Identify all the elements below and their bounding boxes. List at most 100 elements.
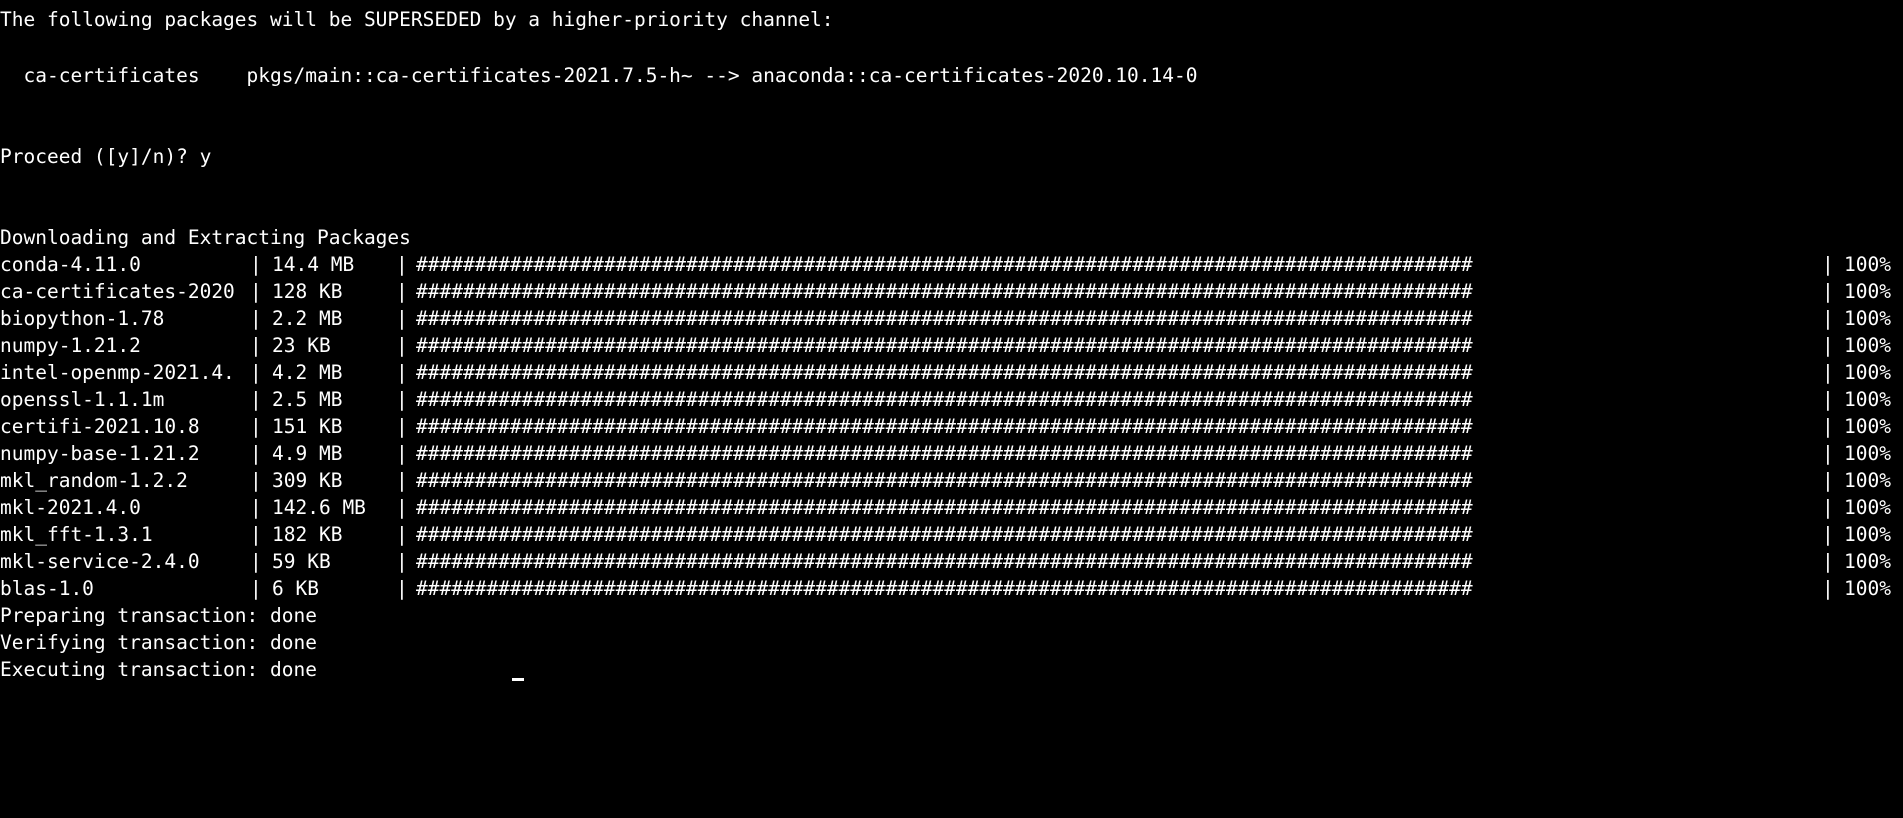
column-separator: | [396, 280, 408, 303]
package-size: 2.2 MB [272, 307, 343, 330]
package-row: mkl_fft-1.3.1 | 182 KB | ###############… [0, 521, 1903, 548]
package-size: 182 KB [272, 523, 343, 546]
column-separator: | [396, 253, 408, 276]
package-row: ca-certificates-2020 | 128 KB | ########… [0, 278, 1903, 305]
column-separator: | [396, 550, 408, 573]
package-percent: 100% [1844, 361, 1891, 384]
column-separator: | [250, 334, 262, 357]
package-row: mkl-2021.4.0 | 142.6 MB | ##############… [0, 494, 1903, 521]
package-name: mkl-2021.4.0 [0, 496, 141, 519]
package-name: openssl-1.1.1m [0, 388, 165, 411]
package-percent: 100% [1844, 388, 1891, 411]
column-separator: | [1822, 307, 1834, 330]
progress-bar: ########################################… [416, 253, 1473, 276]
package-row: blas-1.0 | 6 KB | ######################… [0, 575, 1903, 602]
package-percent: 100% [1844, 550, 1891, 573]
package-row: mkl-service-2.4.0 | 59 KB | ############… [0, 548, 1903, 575]
column-separator: | [1822, 469, 1834, 492]
column-separator: | [396, 334, 408, 357]
column-separator: | [250, 550, 262, 573]
package-size: 309 KB [272, 469, 343, 492]
column-separator: | [250, 442, 262, 465]
column-separator: | [1822, 253, 1834, 276]
progress-bar: ########################################… [416, 496, 1473, 519]
progress-bar: ########################################… [416, 280, 1473, 303]
package-percent: 100% [1844, 415, 1891, 438]
superseded-header: The following packages will be SUPERSEDE… [0, 8, 834, 31]
package-percent: 100% [1844, 253, 1891, 276]
package-row: biopython-1.78 | 2.2 MB | ##############… [0, 305, 1903, 332]
package-size: 4.2 MB [272, 361, 343, 384]
package-name: certifi-2021.10.8 [0, 415, 200, 438]
column-separator: | [396, 388, 408, 411]
column-separator: | [250, 307, 262, 330]
column-separator: | [250, 523, 262, 546]
column-separator: | [250, 496, 262, 519]
column-separator: | [1822, 388, 1834, 411]
package-row: openssl-1.1.1m | 2.5 MB | ##############… [0, 386, 1903, 413]
progress-bar: ########################################… [416, 415, 1473, 438]
progress-bar: ########################################… [416, 469, 1473, 492]
column-separator: | [396, 307, 408, 330]
column-separator: | [250, 253, 262, 276]
progress-bar: ########################################… [416, 334, 1473, 357]
package-name: ca-certificates-2020 [0, 280, 235, 303]
progress-bar: ########################################… [416, 577, 1473, 600]
package-row: intel-openmp-2021.4. | 4.2 MB | ########… [0, 359, 1903, 386]
package-row: numpy-base-1.21.2 | 4.9 MB | ###########… [0, 440, 1903, 467]
package-row: conda-4.11.0 | 14.4 MB | ###############… [0, 251, 1903, 278]
column-separator: | [250, 415, 262, 438]
column-separator: | [1822, 523, 1834, 546]
progress-bar: ########################################… [416, 523, 1473, 546]
superseded-package-line: ca-certificates pkgs/main::ca-certificat… [0, 64, 1198, 87]
column-separator: | [1822, 496, 1834, 519]
package-percent: 100% [1844, 523, 1891, 546]
column-separator: | [1822, 415, 1834, 438]
verifying-status: Verifying transaction: done [0, 631, 317, 654]
column-separator: | [1822, 577, 1834, 600]
package-percent: 100% [1844, 334, 1891, 357]
column-separator: | [1822, 361, 1834, 384]
package-percent: 100% [1844, 442, 1891, 465]
column-separator: | [250, 280, 262, 303]
package-name: blas-1.0 [0, 577, 94, 600]
package-name: conda-4.11.0 [0, 253, 141, 276]
package-name: biopython-1.78 [0, 307, 165, 330]
package-size: 6 KB [272, 577, 319, 600]
column-separator: | [396, 577, 408, 600]
column-separator: | [250, 361, 262, 384]
column-separator: | [250, 388, 262, 411]
column-separator: | [1822, 550, 1834, 573]
column-separator: | [250, 469, 262, 492]
column-separator: | [396, 442, 408, 465]
proceed-prompt: Proceed ([y]/n)? y [0, 145, 212, 168]
column-separator: | [1822, 280, 1834, 303]
column-separator: | [250, 577, 262, 600]
package-size: 23 KB [272, 334, 331, 357]
package-name: mkl_random-1.2.2 [0, 469, 188, 492]
progress-bar: ########################################… [416, 442, 1473, 465]
package-size: 142.6 MB [272, 496, 366, 519]
package-percent: 100% [1844, 469, 1891, 492]
column-separator: | [396, 496, 408, 519]
package-percent: 100% [1844, 280, 1891, 303]
package-percent: 100% [1844, 307, 1891, 330]
package-name: mkl_fft-1.3.1 [0, 523, 153, 546]
package-name: intel-openmp-2021.4. [0, 361, 235, 384]
text-cursor [512, 678, 524, 681]
package-name: mkl-service-2.4.0 [0, 550, 200, 573]
package-name: numpy-base-1.21.2 [0, 442, 200, 465]
column-separator: | [396, 469, 408, 492]
column-separator: | [396, 361, 408, 384]
package-percent: 100% [1844, 577, 1891, 600]
package-size: 14.4 MB [272, 253, 355, 276]
download-header: Downloading and Extracting Packages [0, 226, 411, 249]
column-separator: | [396, 523, 408, 546]
progress-bar: ########################################… [416, 361, 1473, 384]
package-size: 4.9 MB [272, 442, 343, 465]
progress-bar: ########################################… [416, 550, 1473, 573]
package-size: 128 KB [272, 280, 343, 303]
package-row: numpy-1.21.2 | 23 KB | #################… [0, 332, 1903, 359]
terminal-window[interactable]: The following packages will be SUPERSEDE… [0, 0, 1903, 684]
column-separator: | [1822, 442, 1834, 465]
